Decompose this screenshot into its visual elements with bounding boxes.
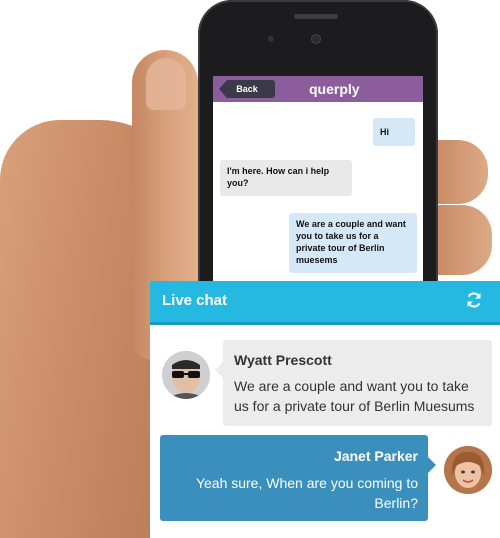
finger — [438, 205, 492, 275]
live-chat-widget: Live chat Wyatt Prescott We are a couple… — [150, 281, 500, 538]
chat-title: Live chat — [162, 292, 228, 309]
phone-screen: Back querply Hi I'm here. How can i help… — [213, 76, 423, 288]
phone-message-text: Hi — [380, 127, 389, 137]
refresh-icon[interactable] — [464, 290, 484, 310]
back-button[interactable]: Back — [219, 80, 275, 98]
phone-camera — [311, 34, 321, 44]
avatar — [444, 446, 492, 494]
phone-sensor — [268, 36, 274, 42]
phone-message-in: I'm here. How can i help you? — [220, 160, 352, 196]
sender-name: Janet Parker — [333, 448, 418, 464]
chat-message-outgoing: Janet Parker Yeah sure, When are you com… — [160, 435, 436, 521]
phone-speaker — [294, 14, 338, 19]
app-title: querply — [309, 81, 360, 97]
app-bar: Back querply — [213, 76, 423, 102]
chat-message-incoming: Wyatt Prescott We are a couple and want … — [215, 340, 492, 426]
phone-message-out: We are a couple and want you to take us … — [289, 213, 417, 273]
chat-header: Live chat — [150, 281, 500, 325]
avatar — [162, 351, 210, 399]
phone-message-text: We are a couple and want you to take us … — [296, 219, 406, 265]
message-text: Yeah sure, When are you coming to Berlin… — [195, 475, 418, 511]
finger — [438, 140, 488, 204]
thumbnail — [146, 58, 186, 110]
phone-message-out: Hi — [373, 118, 415, 146]
sender-name: Wyatt Prescott — [234, 352, 332, 368]
message-text: We are a couple and want you to take us … — [234, 378, 475, 414]
phone-message-text: I'm here. How can i help you? — [227, 166, 330, 188]
